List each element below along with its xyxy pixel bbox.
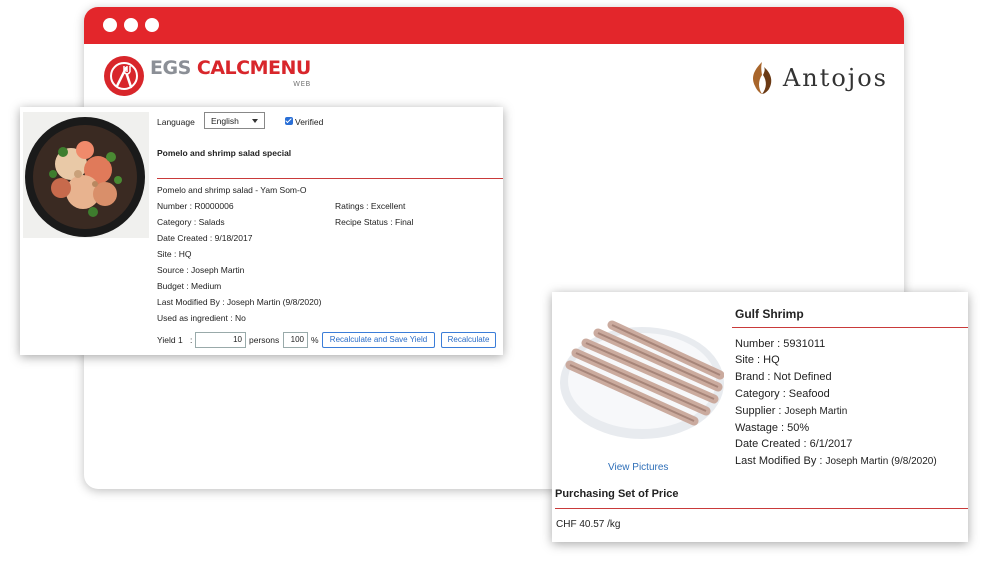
supplier-value: Joseph Martin (784, 406, 848, 417)
window-dot-icon[interactable] (145, 18, 159, 32)
recipe-date-created: Date Created : 9/18/2017 (157, 233, 253, 243)
language-select-value: English (211, 115, 239, 126)
recipe-site: Site : HQ (157, 249, 192, 259)
yield-colon: : (190, 335, 193, 345)
chevron-down-icon (252, 119, 258, 123)
ingredient-supplier: Supplier : Joseph Martin (735, 405, 847, 417)
ingredient-photo (556, 303, 725, 451)
purchasing-price-title: Purchasing Set of Price (555, 488, 679, 500)
antojos-logo: Antojos (749, 61, 888, 95)
ingredient-brand: Brand : Not Defined (735, 371, 832, 383)
recipe-subtitle: Pomelo and shrimp salad - Yam Som-O (157, 185, 307, 195)
window-dot-icon[interactable] (124, 18, 138, 32)
recalculate-save-yield-button[interactable]: Recalculate and Save Yield (322, 332, 435, 348)
recipe-photo (23, 112, 149, 238)
last-modified-value: Joseph Martin (9/8/2020) (825, 456, 937, 467)
logo-brand-text: EGS (150, 57, 191, 79)
recipe-last-modified: Last Modified By : Joseph Martin (9/8/20… (157, 297, 322, 307)
utensils-logo-icon (104, 56, 144, 96)
ingredient-wastage: Wastage : 50% (735, 422, 810, 434)
ingredient-site: Site : HQ (735, 354, 780, 366)
recipe-status: Recipe Status : Final (335, 217, 414, 227)
ingredient-category: Category : Seafood (735, 388, 830, 400)
window-dot-icon[interactable] (103, 18, 117, 32)
yield-label: Yield 1 (157, 335, 183, 345)
view-pictures-link[interactable]: View Pictures (608, 462, 668, 473)
last-modified-label: Last Modified By : (735, 455, 826, 467)
recalculate-button[interactable]: Recalculate (441, 332, 496, 348)
purchasing-price-value: CHF 40.57 /kg (556, 519, 621, 530)
ingredient-title-divider (732, 327, 968, 328)
percent-label: % (311, 335, 319, 345)
recipe-card: Language English Verified Pomelo and shr… (20, 107, 503, 355)
recipe-used-as-ingredient: Used as ingredient : No (157, 313, 246, 323)
yield-input[interactable]: 10 (195, 332, 246, 348)
ingredient-last-modified: Last Modified By : Joseph Martin (9/8/20… (735, 455, 937, 467)
language-label: Language (157, 117, 195, 127)
persons-label: persons (249, 335, 280, 345)
recipe-number: Number : R0000006 (157, 201, 234, 211)
ingredient-date-created: Date Created : 6/1/2017 (735, 438, 853, 450)
recipe-title-divider (157, 178, 503, 179)
language-select[interactable]: English (204, 112, 265, 129)
flame-icon (752, 62, 772, 94)
recipe-ratings: Ratings : Excellent (335, 201, 406, 211)
percent-input[interactable]: 100 (283, 332, 308, 348)
partner-brand-name: Antojos (782, 64, 888, 92)
calcmenu-logo: EGS CALCMENU WEB (104, 56, 311, 96)
window-titlebar (84, 7, 904, 44)
ingredient-title: Gulf Shrimp (735, 307, 804, 321)
ingredient-card: View Pictures Gulf Shrimp Number : 59310… (552, 292, 968, 542)
recipe-budget: Budget : Medium (157, 281, 222, 291)
verified-label: Verified (295, 117, 324, 127)
ingredient-number: Number : 5931011 (735, 338, 826, 350)
recipe-source: Source : Joseph Martin (157, 265, 245, 275)
purchasing-divider (555, 508, 968, 509)
supplier-label: Supplier : (735, 405, 785, 417)
recipe-category: Category : Salads (157, 217, 225, 227)
recipe-title: Pomelo and shrimp salad special (157, 148, 292, 158)
verified-checkbox[interactable] (285, 117, 293, 125)
